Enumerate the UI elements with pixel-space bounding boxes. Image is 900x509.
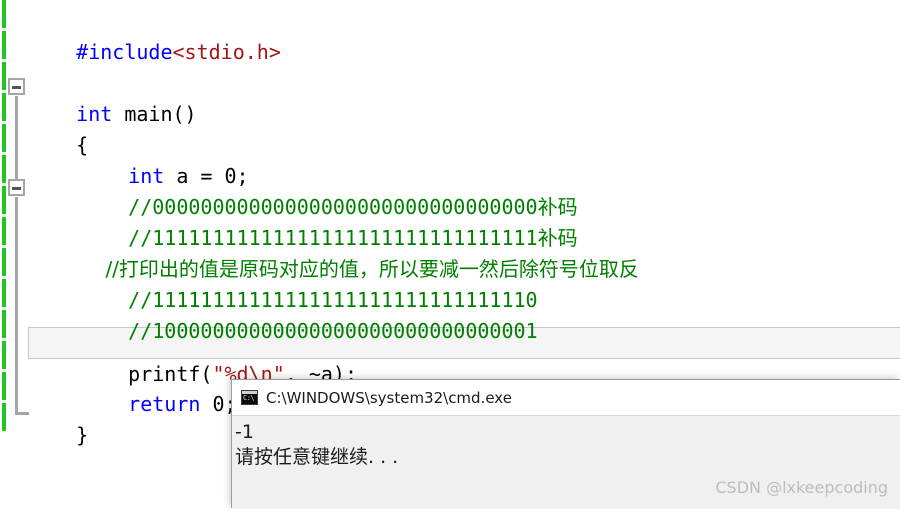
change-bar-segment — [2, 310, 6, 338]
change-bar-segment — [2, 248, 6, 276]
watermark: CSDN @lxkeepcoding — [715, 478, 888, 497]
change-bar-segment — [2, 124, 6, 152]
fold-guide-line — [15, 96, 18, 180]
console-title: C:\WINDOWS\system32\cmd.exe — [266, 388, 512, 407]
change-bar-segment — [2, 0, 6, 28]
console-output-line: 请按任意键继续. . . — [235, 446, 399, 468]
change-bar-segment — [2, 372, 6, 400]
close-brace: } — [76, 423, 89, 447]
keyword-return: return — [128, 392, 201, 416]
change-bar-segment — [2, 31, 6, 59]
change-bar-segment — [2, 279, 6, 307]
change-bar-segment — [2, 341, 6, 369]
change-bar-segment — [2, 93, 6, 121]
cmd-icon-glyph: C:\ — [243, 394, 255, 402]
change-bar-segment — [2, 403, 6, 431]
function-name-main: main() — [112, 102, 197, 126]
code-line-close-brace[interactable]: } — [28, 389, 88, 482]
change-bar-segment — [2, 186, 6, 214]
console-window[interactable]: C:\ C:\WINDOWS\system32\cmd.exe -1 请按任意键… — [231, 379, 900, 509]
change-bar-segment — [2, 217, 6, 245]
fold-guide-line — [15, 197, 18, 415]
code-line-return[interactable]: return 0; — [80, 358, 236, 451]
cmd-icon: C:\ — [241, 390, 258, 405]
console-titlebar[interactable]: C:\ C:\WINDOWS\system32\cmd.exe — [232, 380, 900, 416]
include-header: <stdio.h> — [172, 40, 281, 64]
fold-toggle-main[interactable] — [8, 78, 25, 95]
change-bar-segment — [2, 62, 6, 90]
console-output-line: -1 — [235, 421, 254, 443]
preprocessor-directive: #include — [76, 40, 173, 64]
fold-toggle-comment-block[interactable] — [8, 179, 25, 196]
console-output[interactable]: -1 请按任意键继续. . . CSDN @lxkeepcoding — [232, 416, 900, 509]
fold-guide-elbow — [15, 412, 29, 415]
change-bar-segment — [2, 155, 6, 183]
